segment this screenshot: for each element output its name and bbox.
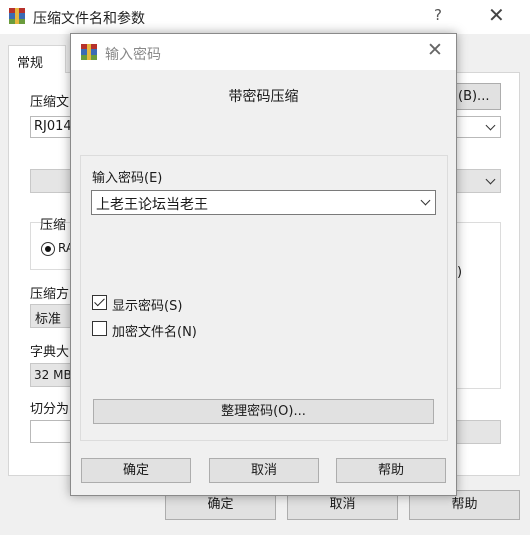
dialog-help-button[interactable]: 帮助 bbox=[336, 458, 446, 483]
enter-password-dialog: 输入密码 ✕ 带密码压缩 输入密码(E) 上老王论坛当老王 显示密码(S) 加密… bbox=[70, 33, 457, 496]
dialog-subtitle: 带密码压缩 bbox=[228, 89, 299, 105]
winrar-app-icon bbox=[9, 8, 25, 24]
compression-method-select[interactable]: 标准 bbox=[30, 304, 72, 328]
chevron-down-icon[interactable] bbox=[485, 120, 496, 131]
help-icon[interactable]: ? bbox=[434, 6, 442, 24]
archive-format-label: 压缩 bbox=[40, 218, 67, 233]
show-password-label: 显示密码(S) bbox=[112, 299, 183, 314]
dictionary-size-select[interactable]: 32 MB bbox=[30, 363, 72, 387]
dictionary-size-label: 字典大 bbox=[30, 345, 70, 360]
close-icon[interactable]: ✕ bbox=[427, 39, 443, 61]
tab-general[interactable]: 常规 bbox=[8, 45, 66, 73]
options-fragment: ) bbox=[457, 265, 463, 280]
password-label: 输入密码(E) bbox=[92, 171, 163, 186]
compression-method-value: 标准 bbox=[35, 312, 62, 327]
background-window-title: 压缩文件名和参数 bbox=[33, 11, 145, 27]
compression-method-label: 压缩方 bbox=[30, 287, 70, 302]
archive-options-group bbox=[456, 222, 501, 389]
background-titlebar: 压缩文件名和参数 ? ✕ bbox=[0, 0, 530, 34]
password-value: 上老王论坛当老王 bbox=[96, 197, 208, 213]
format-radio[interactable] bbox=[41, 242, 55, 256]
organize-passwords-button[interactable]: 整理密码(O)... bbox=[93, 399, 434, 424]
show-password-checkbox[interactable] bbox=[92, 295, 107, 310]
chevron-down-icon[interactable] bbox=[420, 195, 431, 206]
dialog-title: 输入密码 bbox=[105, 47, 161, 63]
chevron-down-icon[interactable] bbox=[485, 174, 496, 185]
tab-general-label: 常规 bbox=[17, 56, 44, 71]
archive-name-value: RJ014C bbox=[34, 119, 70, 134]
dialog-ok-button[interactable]: 确定 bbox=[81, 458, 191, 483]
encrypt-filenames-label: 加密文件名(N) bbox=[112, 325, 197, 340]
close-icon[interactable]: ✕ bbox=[488, 3, 505, 27]
dictionary-size-value: 32 MB bbox=[34, 368, 71, 382]
winrar-app-icon bbox=[81, 44, 97, 60]
split-volumes-input[interactable] bbox=[30, 420, 72, 443]
password-combobox[interactable]: 上老王论坛当老王 bbox=[91, 190, 436, 215]
encrypt-filenames-checkbox[interactable] bbox=[92, 321, 107, 336]
dialog-cancel-button[interactable]: 取消 bbox=[209, 458, 319, 483]
split-volumes-label: 切分为 bbox=[30, 402, 70, 417]
set-password-button[interactable] bbox=[456, 420, 501, 444]
dialog-titlebar: 输入密码 ✕ bbox=[71, 34, 456, 70]
archive-name-label: 压缩文 bbox=[30, 95, 70, 110]
